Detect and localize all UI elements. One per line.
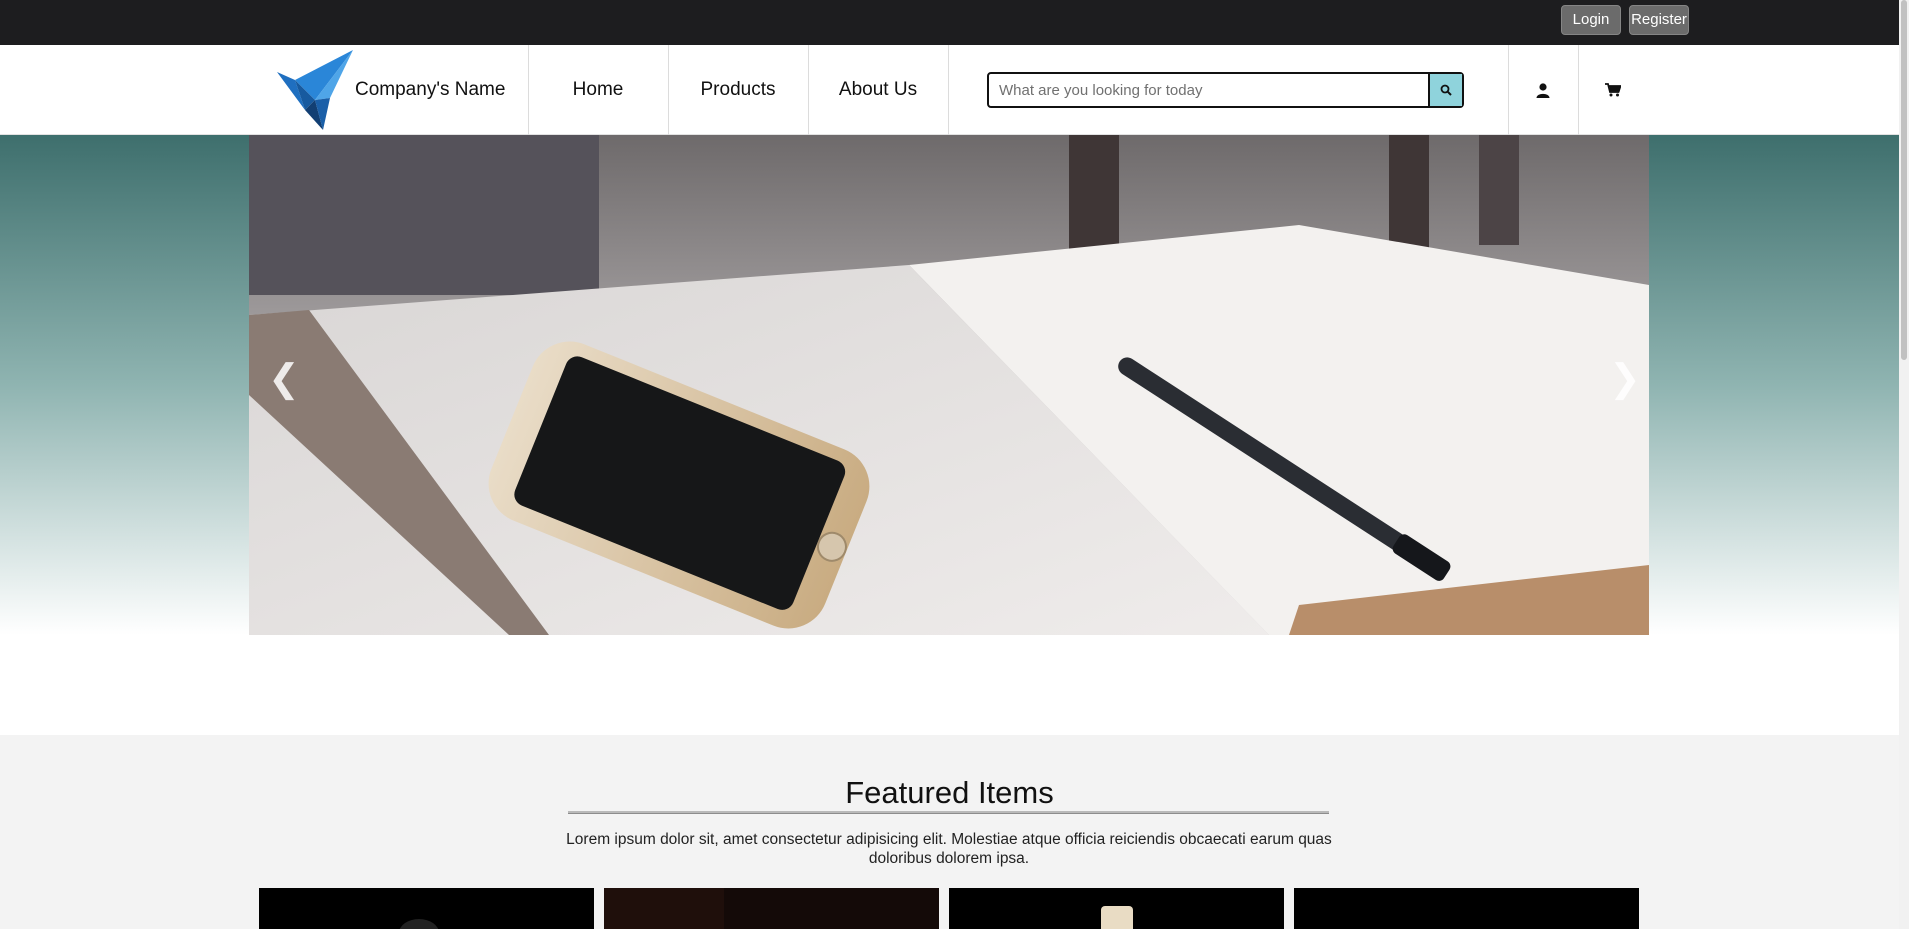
site-header: Company's Name Home Products About Us: [0, 45, 1899, 135]
hero-banner: ❮ ❯: [0, 135, 1899, 635]
chevron-right-icon: ❯: [1609, 358, 1641, 400]
nav-divider: [948, 45, 949, 135]
search-button[interactable]: [1428, 74, 1462, 106]
cart-icon: [1605, 83, 1621, 97]
featured-description: Lorem ipsum dolor sit, amet consectetur …: [566, 831, 1332, 867]
nav-home[interactable]: Home: [528, 45, 668, 135]
nav-about-us[interactable]: About Us: [808, 45, 948, 135]
featured-card[interactable]: [604, 888, 939, 929]
top-bar: Login Register: [0, 0, 1899, 45]
bird-logo-icon[interactable]: [275, 50, 355, 130]
search-input[interactable]: [989, 74, 1429, 106]
search-icon: [1440, 84, 1452, 96]
title-underline: [568, 811, 1329, 814]
page: Login Register Company's Name Home Produ…: [0, 0, 1909, 929]
scrollbar[interactable]: [1899, 0, 1909, 929]
cart-button[interactable]: [1578, 45, 1648, 135]
brand-name[interactable]: Company's Name: [355, 45, 505, 135]
featured-card[interactable]: [949, 888, 1284, 929]
register-button[interactable]: Register: [1629, 5, 1689, 35]
account-button[interactable]: [1508, 45, 1578, 135]
scrollbar-thumb[interactable]: [1901, 0, 1907, 360]
nav-products[interactable]: Products: [668, 45, 808, 135]
featured-card-image: [604, 888, 939, 929]
hero-image: [249, 135, 1649, 635]
featured-card-image: [949, 888, 1284, 929]
featured-card-image: [1294, 888, 1639, 929]
chevron-left-icon: ❮: [268, 358, 300, 400]
carousel-next-button[interactable]: ❯: [1609, 360, 1641, 398]
featured-card[interactable]: [1294, 888, 1639, 929]
featured-section: Featured Items Lorem ipsum dolor sit, am…: [0, 735, 1899, 929]
search-box: [987, 72, 1464, 108]
carousel-prev-button[interactable]: ❮: [268, 360, 300, 398]
featured-card[interactable]: [259, 888, 594, 929]
login-button[interactable]: Login: [1561, 5, 1621, 35]
featured-card-image: [259, 888, 594, 929]
user-icon: [1536, 82, 1550, 98]
featured-title: Featured Items: [845, 775, 1054, 810]
